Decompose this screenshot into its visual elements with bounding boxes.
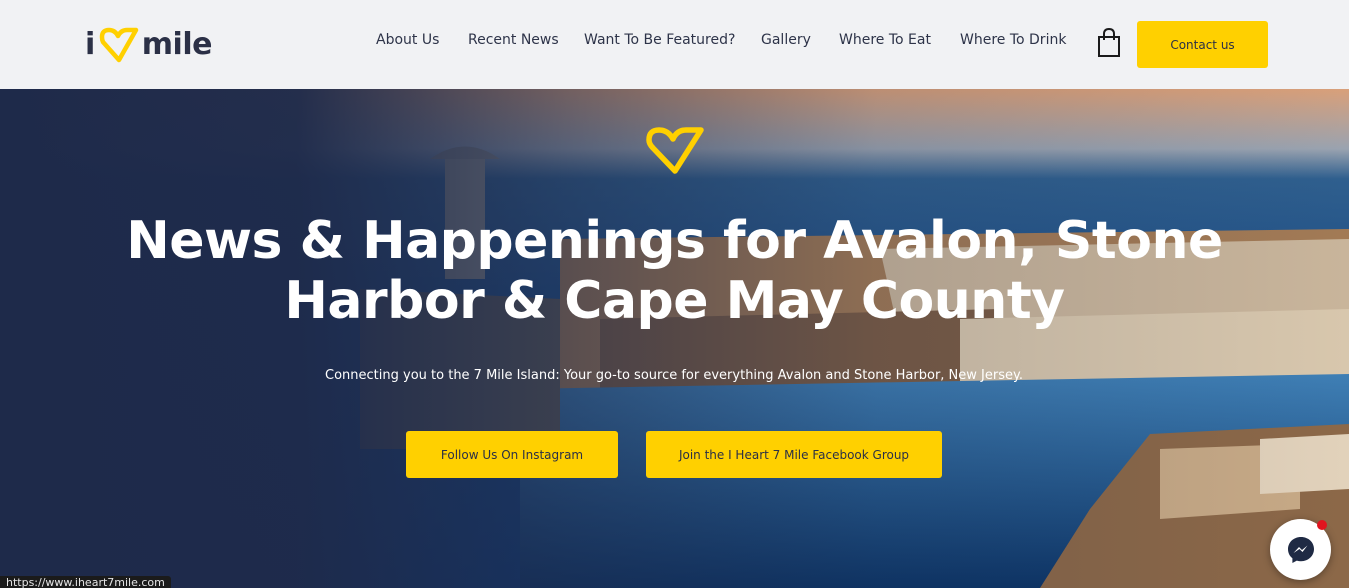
- site-header: i mile About Us Recent News Want To Be F…: [0, 0, 1349, 89]
- hero-subtitle: Connecting you to the 7 Mile Island: You…: [325, 368, 1023, 383]
- logo-text-suffix: mile: [141, 26, 213, 62]
- hero-section: News & Happenings for Avalon, Stone Harb…: [0, 89, 1349, 588]
- heart-7-icon: [99, 27, 139, 63]
- nav-recent-news[interactable]: Recent News: [468, 32, 559, 48]
- notification-dot: [1317, 520, 1327, 530]
- nav-gallery[interactable]: Gallery: [761, 32, 811, 48]
- status-bar-url: https://www.iheart7mile.com: [0, 576, 171, 588]
- follow-instagram-button[interactable]: Follow Us On Instagram: [406, 431, 618, 478]
- nav-about-us[interactable]: About Us: [376, 32, 439, 48]
- contact-us-button[interactable]: Contact us: [1137, 21, 1268, 68]
- hero-title-line-1: News & Happenings for Avalon, Stone: [126, 211, 1223, 271]
- site-logo[interactable]: i mile: [85, 20, 212, 68]
- shopping-bag-icon[interactable]: [1097, 28, 1121, 58]
- nav-want-to-be-featured[interactable]: Want To Be Featured?: [584, 32, 735, 48]
- hero-title-line-2: Harbor & Cape May County: [284, 271, 1065, 331]
- join-facebook-group-button[interactable]: Join the I Heart 7 Mile Facebook Group: [646, 431, 942, 478]
- nav-where-to-drink[interactable]: Where To Drink: [960, 32, 1066, 48]
- hero-title: News & Happenings for Avalon, Stone Harb…: [100, 211, 1249, 331]
- nav-where-to-eat[interactable]: Where To Eat: [839, 32, 931, 48]
- heart-7-icon: [646, 127, 704, 174]
- logo-text-prefix: i: [85, 26, 95, 62]
- messenger-icon: [1287, 536, 1314, 563]
